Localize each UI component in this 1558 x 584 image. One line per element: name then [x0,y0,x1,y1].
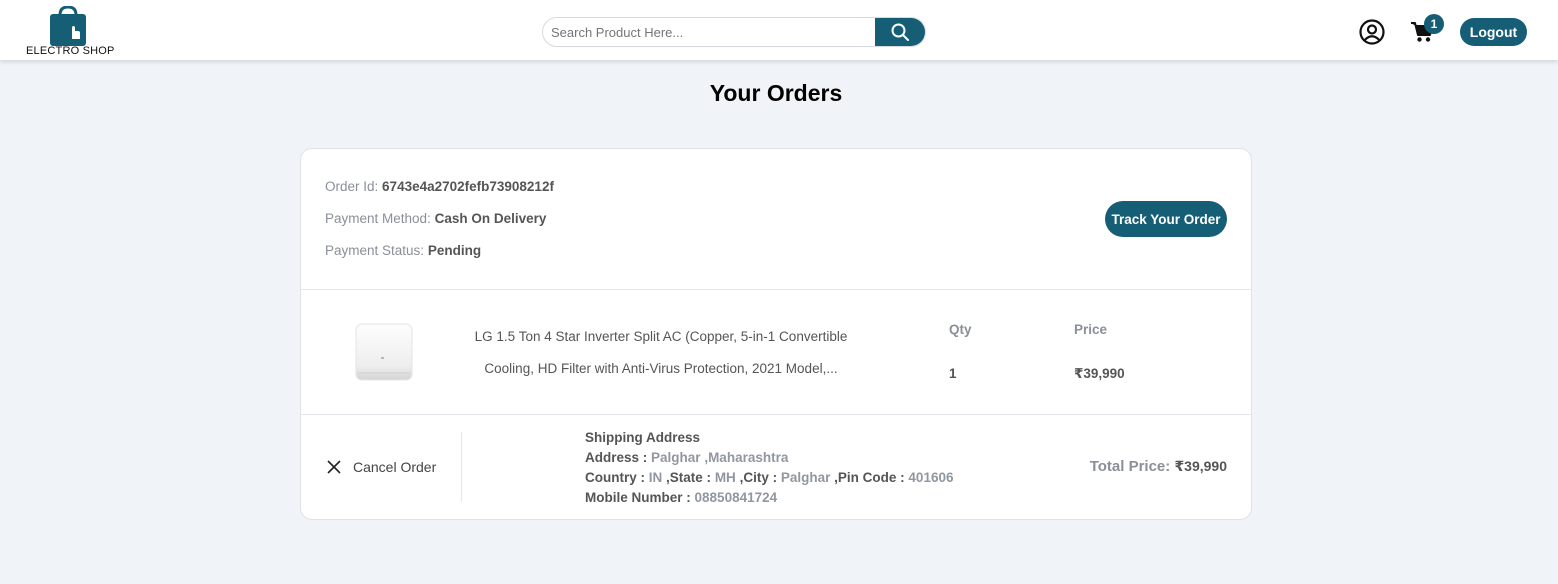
navbar: ELECTRO SHOP 1 Logout [0,0,1558,60]
shipping-mobile-line: Mobile Number : 08850841724 [585,488,953,508]
shipping-heading: Shipping Address [585,430,701,445]
product-name-line2: Cooling, HD Filter with Anti-Virus Prote… [484,361,838,376]
total-price-value: ₹39,990 [1174,458,1227,474]
state-label: ,State : [666,470,712,485]
payment-method: Payment Method: Cash On Delivery [325,211,546,226]
qty-header: Qty [949,322,972,337]
address-value: Palghar ,Maharashtra [651,450,789,465]
country-label: Country : [585,470,645,485]
payment-status: Payment Status: Pending [325,243,481,258]
cancel-order-label: Cancel Order [353,459,437,475]
shopping-bag-icon [50,6,86,46]
cancel-order-button[interactable]: Cancel Order [327,457,436,477]
payment-status-label: Payment Status: [325,243,425,258]
track-order-button[interactable]: Track Your Order [1105,201,1227,237]
product-image[interactable] [355,323,413,381]
payment-method-value: Cash On Delivery [434,211,547,226]
pincode-label: ,Pin Code : [834,470,905,485]
logo-text: ELECTRO SHOP [26,45,115,57]
divider [301,289,1251,290]
shipping-location-line: Country : IN ,State : MH ,City : Palghar… [585,468,953,488]
qty-value: 1 [949,366,957,381]
search-icon [891,23,909,41]
state-value: MH [714,470,736,485]
mobile-label: Mobile Number : [585,490,691,505]
product-name[interactable]: LG 1.5 Ton 4 Star Inverter Split AC (Cop… [461,321,861,385]
total-price: Total Price: ₹39,990 [1090,458,1227,475]
logo[interactable]: ELECTRO SHOP [26,4,114,58]
order-id-label: Order Id: [325,179,379,194]
search-input[interactable] [543,18,876,46]
user-account-icon[interactable] [1359,19,1385,45]
price-value: ₹39,990 [1074,366,1125,381]
logout-button[interactable]: Logout [1460,18,1527,46]
total-price-label: Total Price: [1089,458,1171,475]
search-bar [542,17,926,47]
order-id-value: 6743e4a2702fefb73908212f [382,179,554,194]
address-label: Address : [585,450,648,465]
country-value: IN [648,470,663,485]
pincode-value: 401606 [908,470,954,485]
order-card: Order Id: 6743e4a2702fefb73908212f Payme… [300,148,1252,520]
shipping-address-line: Address : Palghar ,Maharashtra [585,448,953,468]
page-title: Your Orders [709,80,843,106]
search-button[interactable] [875,18,925,46]
city-value: Palghar [780,470,831,485]
vertical-divider [461,432,462,502]
divider [301,414,1251,415]
shipping-address: Shipping Address Address : Palghar ,Maha… [585,428,953,508]
product-name-line1: LG 1.5 Ton 4 Star Inverter Split AC (Cop… [474,329,848,344]
payment-status-value: Pending [427,243,482,258]
city-label: ,City : [739,470,778,485]
mobile-value: 08850841724 [694,490,778,505]
order-id: Order Id: 6743e4a2702fefb73908212f [325,179,554,194]
payment-method-label: Payment Method: [325,211,431,226]
close-icon [327,460,341,474]
cart-count-badge: 1 [1424,14,1444,34]
price-header: Price [1074,322,1108,337]
